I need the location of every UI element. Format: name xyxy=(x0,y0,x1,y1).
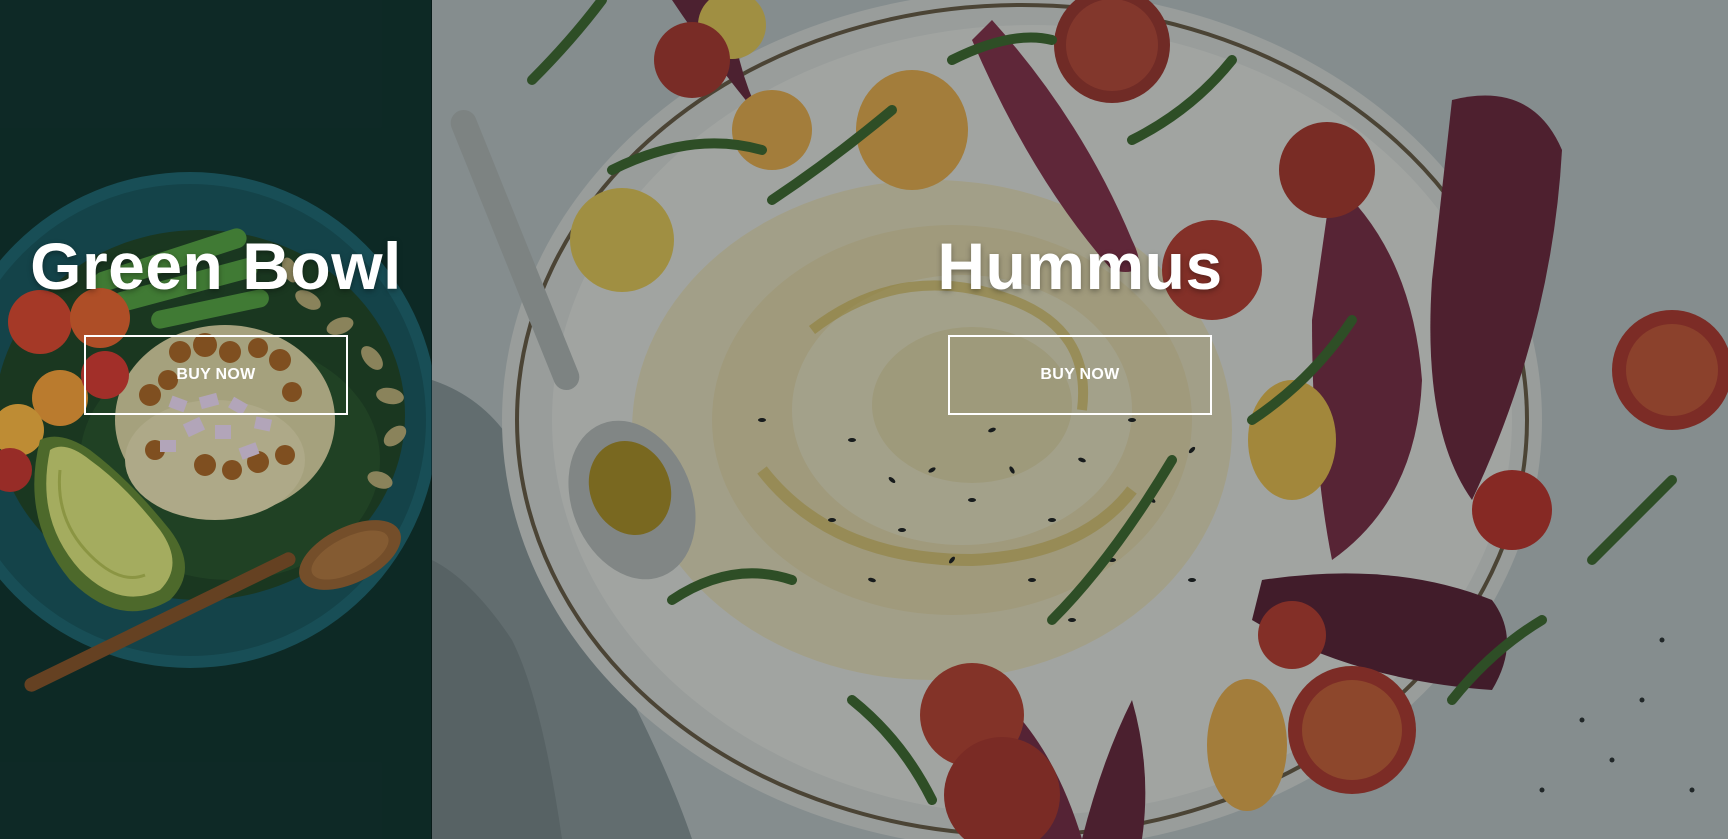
green-bowl-panel: Green Bowl BUY NOW xyxy=(0,0,432,839)
hummus-title: Hummus xyxy=(937,228,1223,303)
green-bowl-buy-button[interactable]: BUY NOW xyxy=(84,335,348,415)
hummus-buy-button[interactable]: BUY NOW xyxy=(948,335,1212,415)
product-showcase: Green Bowl BUY NOW Hummus BUY NOW xyxy=(0,0,1728,839)
green-bowl-overlay xyxy=(0,0,432,839)
green-bowl-title: Green Bowl xyxy=(30,228,402,303)
hummus-panel: Hummus BUY NOW xyxy=(432,0,1728,839)
hummus-overlay xyxy=(432,0,1728,839)
panel-divider xyxy=(431,0,432,839)
